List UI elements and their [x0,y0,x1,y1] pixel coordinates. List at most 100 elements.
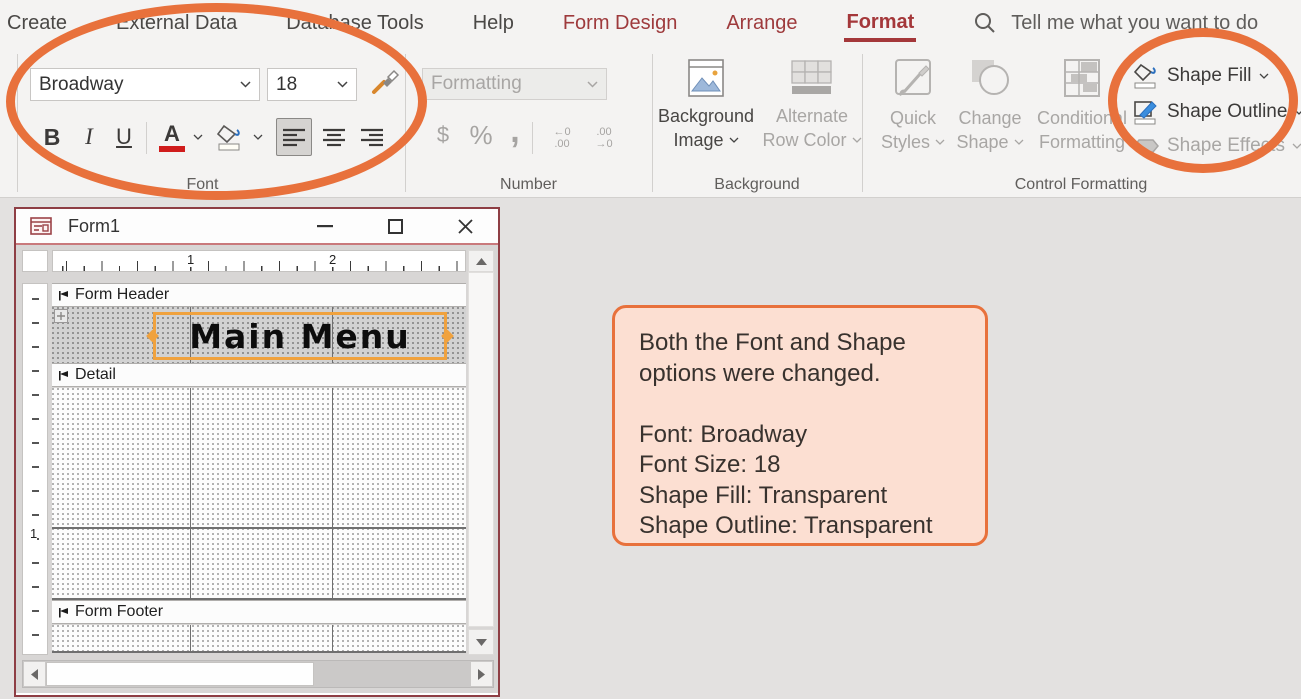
ruler-mark-2: 2 [326,252,339,267]
detail-bar[interactable]: Detail [52,363,466,387]
scroll-left-button[interactable] [24,662,45,686]
change-shape-label: Change [958,106,1021,130]
tab-create[interactable]: Create [5,6,69,41]
chevron-down-icon [337,81,348,88]
number-group-label: Number [405,176,652,194]
scrollbar-thumb[interactable] [46,662,314,686]
chevron-down-icon [240,81,251,88]
tell-me-search[interactable]: Tell me what you want to do [973,11,1258,35]
tab-external-data[interactable]: External Data [114,6,239,41]
arrow-down-icon [476,639,487,646]
detail-label: Detail [75,366,116,384]
align-right-button[interactable] [354,118,390,156]
minimize-button[interactable] [303,209,347,243]
underline-button[interactable]: U [108,118,140,156]
minimize-icon [317,225,333,228]
ruler-mark-1: 1 [184,252,197,267]
section-collapse-icon [57,607,69,618]
shape-effects-label: Shape Effects [1167,135,1285,157]
conditional-formatting-button: Conditional Formatting [1030,56,1134,154]
chevron-down-icon [1294,109,1301,115]
currency-button: $ [428,122,458,148]
ruler-mark-v1: 1 [30,524,37,543]
alternate-row-color-button: Alternate Row Color [762,58,862,152]
number-format-combo: Formatting [422,68,607,100]
align-center-icon [322,127,346,147]
align-right-icon [360,127,384,147]
background-image-button[interactable]: Background Image [650,58,762,152]
form1-title-bar[interactable]: Form1 [16,209,498,245]
tab-form-design[interactable]: Form Design [561,6,679,41]
format-painter-button[interactable] [366,64,404,102]
font-color-dropdown[interactable] [190,118,206,156]
align-center-button[interactable] [316,118,352,156]
tab-format[interactable]: Format [844,5,916,42]
fill-color-button[interactable] [212,118,248,156]
callout-line: Font Size: 18 [639,450,985,481]
shape-outline-icon [1132,98,1160,126]
detail-grid[interactable] [52,388,466,600]
italic-button[interactable]: I [74,118,104,156]
shape-outline-button[interactable]: Shape Outline [1132,98,1301,126]
callout-line: Shape Fill: Transparent [639,481,985,512]
percent-button: % [463,120,499,151]
workspace: Form1 1 2 [0,199,1301,699]
background-image-icon [685,58,727,98]
vertical-ruler[interactable]: 1 [22,283,48,655]
ruler-corner[interactable] [22,250,48,272]
form-footer-grid[interactable] [52,625,466,653]
quick-styles-icon [890,56,936,102]
bold-button[interactable]: B [36,118,68,156]
separator [146,122,147,154]
chevron-down-icon [587,81,598,88]
gridline [332,625,333,651]
group-divider [862,54,863,192]
gridline [52,527,466,529]
fill-color-dropdown[interactable] [250,118,266,156]
callout-line [639,389,985,420]
maximize-icon [388,219,403,234]
shape-fill-label: Shape Fill [1167,65,1252,87]
form-icon [30,217,52,235]
tell-me-label: Tell me what you want to do [1011,12,1258,35]
form-header-bar[interactable]: Form Header [52,283,466,307]
chevron-down-icon [935,139,945,145]
callout-line: Font: Broadway [639,420,985,451]
access-application: Create External Data Database Tools Help… [0,0,1301,699]
ribbon-tab-bar: Create External Data Database Tools Help… [0,0,1301,46]
horizontal-scrollbar[interactable] [22,660,494,688]
shape-fill-button[interactable]: Shape Fill [1132,62,1269,90]
font-color-button[interactable]: A [154,118,190,156]
close-button[interactable] [443,209,487,243]
tab-help[interactable]: Help [471,6,516,41]
shape-fill-icon [1132,62,1160,90]
section-selector-icon[interactable] [54,309,68,323]
arrow-left-icon [31,669,38,680]
main-menu-label-control[interactable]: Main Menu [153,312,447,360]
scroll-up-button[interactable] [468,250,494,272]
quick-styles-button: Quick Styles [876,56,950,154]
scroll-down-button[interactable] [468,629,494,655]
callout-line: Both the Font and Shape [639,328,985,359]
scroll-right-button[interactable] [471,662,492,686]
group-divider [17,54,18,192]
tab-database-tools[interactable]: Database Tools [284,6,426,41]
comma-button: , [504,112,526,151]
vertical-scrollbar-track[interactable] [468,272,494,627]
form-footer-bar[interactable]: Form Footer [52,600,466,624]
align-left-button[interactable] [276,118,312,156]
section-collapse-icon [57,370,69,381]
chevron-down-icon [852,137,862,143]
font-color-icon: A [159,123,185,152]
shape-effects-button: Shape Effects [1132,134,1301,158]
font-name-combo[interactable]: Broadway [30,68,260,101]
gridline [332,388,333,598]
maximize-button[interactable] [373,209,417,243]
horizontal-ruler[interactable]: 1 2 [52,250,466,272]
alternate-row-color-icon [789,58,835,98]
tab-arrange[interactable]: Arrange [724,6,799,41]
increase-decimals-button: ←0.00 [543,126,581,150]
shape-effects-icon [1132,134,1160,158]
ruler-ticks [32,298,39,638]
font-size-combo[interactable]: 18 [267,68,357,101]
